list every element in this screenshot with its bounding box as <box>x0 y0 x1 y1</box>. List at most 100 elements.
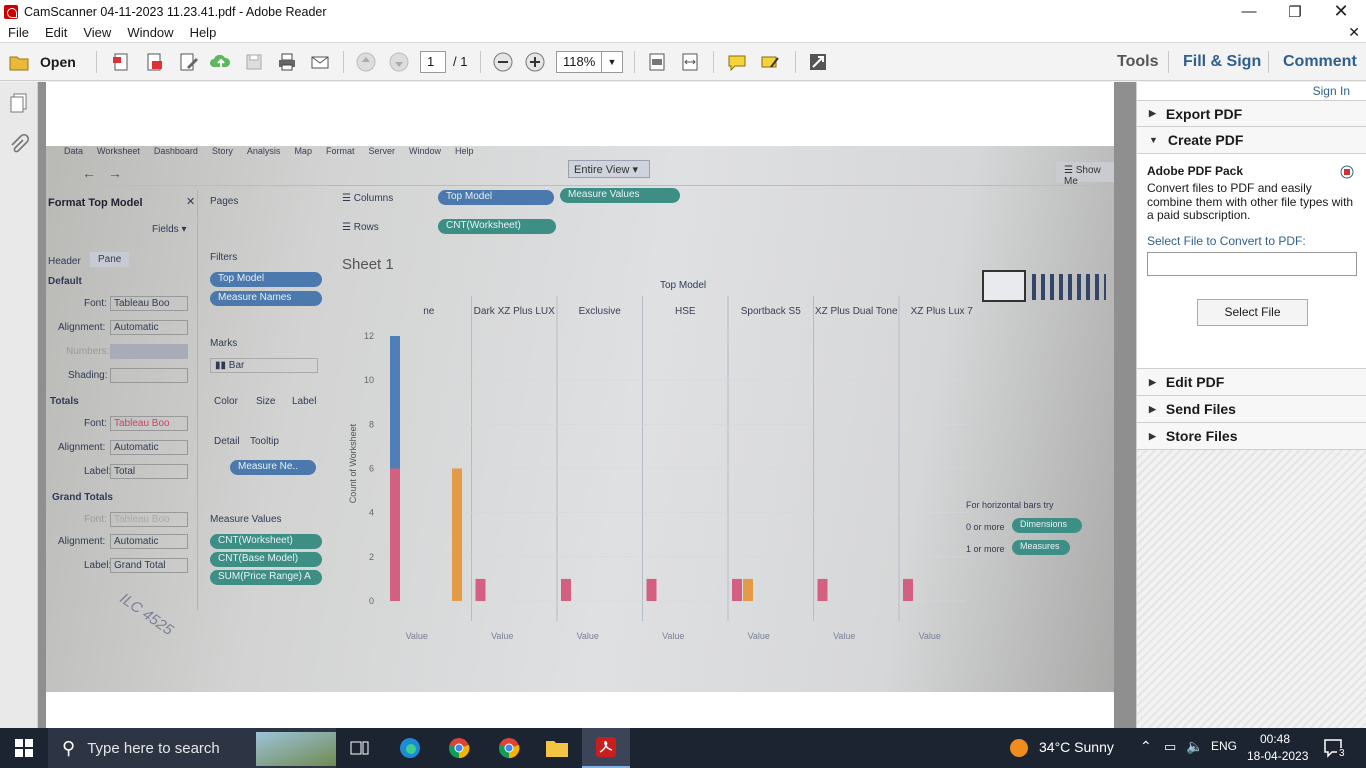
collapsed-arrow-icon: ▶ <box>1149 108 1156 118</box>
page-number-input[interactable]: 1 <box>420 51 446 73</box>
dimensions-pill: Dimensions <box>1012 518 1082 533</box>
totals-alignment-label: Alignment: <box>58 442 106 453</box>
menu-file[interactable]: File <box>0 25 37 40</box>
adobe-reader-taskbar-icon[interactable] <box>582 728 630 768</box>
battery-icon[interactable]: ▭ <box>1164 739 1176 755</box>
sign-in-link[interactable]: Sign In <box>1137 82 1366 100</box>
tools-tab[interactable]: Tools <box>1117 53 1158 71</box>
shelves-column: Pages Filters Top Model Measure Names Ma… <box>204 190 328 610</box>
task-view-icon[interactable] <box>336 728 384 768</box>
tableau-menu-item: Format <box>325 146 355 156</box>
edge-icon[interactable] <box>386 728 434 768</box>
edit-pdf-section[interactable]: ▶ Edit PDF <box>1137 369 1366 396</box>
chrome-icon[interactable] <box>435 728 483 768</box>
navigation-rail <box>0 82 38 728</box>
category-label: XZ Plus Lux 7 <box>911 306 974 317</box>
zoom-dropdown-icon[interactable]: ▼ <box>601 51 623 73</box>
columns-pill-measure-values: Measure Values <box>560 188 680 203</box>
document-area: Data Worksheet Dashboard Story Analysis … <box>38 82 1174 728</box>
open-label: Open <box>40 54 76 70</box>
close-button[interactable]: ✕ <box>1318 0 1364 23</box>
next-page-icon[interactable] <box>386 50 412 74</box>
print-icon[interactable] <box>274 50 300 74</box>
marks-type-dropdown: ▮▮ Bar <box>210 358 318 373</box>
weather-text[interactable]: 34°C Sunny <box>1039 739 1114 755</box>
menu-bar: File Edit View Window Help ✕ <box>0 23 1366 43</box>
file-explorer-icon[interactable] <box>533 728 581 768</box>
bar-price-range <box>452 468 462 601</box>
upload-icon[interactable] <box>208 50 234 74</box>
fit-width-icon[interactable] <box>677 50 703 74</box>
bar-cnt-base-model <box>732 578 742 601</box>
forward-arrow-icon: → <box>108 165 122 181</box>
open-button[interactable]: Open <box>8 50 80 74</box>
taskbar-search[interactable]: ⚲ Type here to search <box>48 728 336 768</box>
export-pdf-section[interactable]: ▶ Export PDF <box>1137 100 1366 127</box>
attachments-icon[interactable] <box>8 134 30 156</box>
clock-time[interactable]: 00:48 <box>1260 732 1290 746</box>
zoom-in-icon[interactable] <box>522 50 548 74</box>
maximize-button[interactable]: ❐ <box>1272 0 1318 23</box>
zoom-out-icon[interactable] <box>490 50 516 74</box>
menu-view[interactable]: View <box>75 25 119 40</box>
pdf-page: Data Worksheet Dashboard Story Analysis … <box>46 82 1114 728</box>
grand-alignment-field: Automatic <box>110 534 188 549</box>
create-pdf-section[interactable]: ▼ Create PDF <box>1137 127 1366 154</box>
chrome-profile-icon[interactable] <box>485 728 533 768</box>
menu-help[interactable]: Help <box>182 25 225 40</box>
save-icon[interactable] <box>241 50 267 74</box>
shading-field <box>110 368 188 383</box>
collapsed-arrow-icon: ▶ <box>1149 430 1156 441</box>
entire-view-dropdown: Entire View ▾ <box>568 160 650 178</box>
toolbar: Open 1 / 1 118% ▼ Tools Fill & Sign Comm… <box>0 43 1366 81</box>
bar-cnt-base-model <box>390 468 400 601</box>
minimize-button[interactable]: — <box>1226 0 1272 23</box>
send-files-section[interactable]: ▶ Send Files <box>1137 396 1366 423</box>
fit-page-icon[interactable] <box>644 50 670 74</box>
notification-count: 3 <box>1337 748 1347 759</box>
grand-font-field: Tableau Boo <box>110 512 188 527</box>
grand-alignment-label: Alignment: <box>58 536 106 547</box>
select-file-button[interactable]: Select File <box>1197 299 1308 326</box>
file-path-input[interactable] <box>1147 252 1357 276</box>
page-total: / 1 <box>453 54 468 69</box>
previous-page-icon[interactable] <box>353 50 379 74</box>
filter-pill-top-model: Top Model <box>210 272 322 287</box>
bar-cnt-base-model <box>475 578 486 601</box>
create-pdf-icon[interactable] <box>108 50 134 74</box>
mv-pill: SUM(Price Range) A <box>210 570 322 585</box>
mark-label: Label <box>292 396 317 407</box>
menu-window[interactable]: Window <box>119 25 181 40</box>
comment-tab[interactable]: Comment <box>1283 53 1357 71</box>
zoom-input[interactable]: 118% <box>556 51 602 73</box>
highlight-icon[interactable] <box>757 50 783 74</box>
alignment-label: Alignment: <box>58 322 106 333</box>
edit-pdf-icon[interactable] <box>175 50 201 74</box>
combine-icon[interactable] <box>141 50 167 74</box>
bar-cnt-worksheet <box>390 336 400 469</box>
show-me-button: ☰ Show Me <box>1056 162 1114 187</box>
alignment-field: Automatic <box>110 320 188 335</box>
pages-panel-icon[interactable] <box>8 92 30 114</box>
close-document-icon[interactable]: ✕ <box>1348 24 1360 41</box>
totals-label-field: Total <box>110 464 188 479</box>
y-tick-label: 10 <box>364 375 374 385</box>
menu-edit[interactable]: Edit <box>37 25 75 40</box>
email-icon[interactable] <box>307 50 333 74</box>
language-indicator[interactable]: ENG <box>1211 739 1237 753</box>
measure-values-label: Measure Values <box>210 514 282 525</box>
sticky-note-icon[interactable] <box>724 50 750 74</box>
start-button[interactable] <box>0 728 48 768</box>
rows-pill-cnt-worksheet: CNT(Worksheet) <box>438 219 556 234</box>
clock-date[interactable]: 18-04-2023 <box>1247 749 1308 763</box>
y-tick-label: 6 <box>369 464 374 474</box>
measure-names-mark-pill: Measure Ne.. <box>230 460 316 475</box>
fill-sign-tab[interactable]: Fill & Sign <box>1183 53 1261 71</box>
show-hidden-icons-icon[interactable]: ⌃ <box>1140 738 1152 755</box>
y-tick-label: 4 <box>369 508 374 518</box>
tableau-menu-item: Dashboard <box>153 146 198 156</box>
y-tick-label: 8 <box>369 419 374 429</box>
fullscreen-icon[interactable] <box>805 50 831 74</box>
store-files-section[interactable]: ▶ Store Files <box>1137 423 1366 450</box>
volume-icon[interactable]: 🔈 <box>1186 738 1203 755</box>
